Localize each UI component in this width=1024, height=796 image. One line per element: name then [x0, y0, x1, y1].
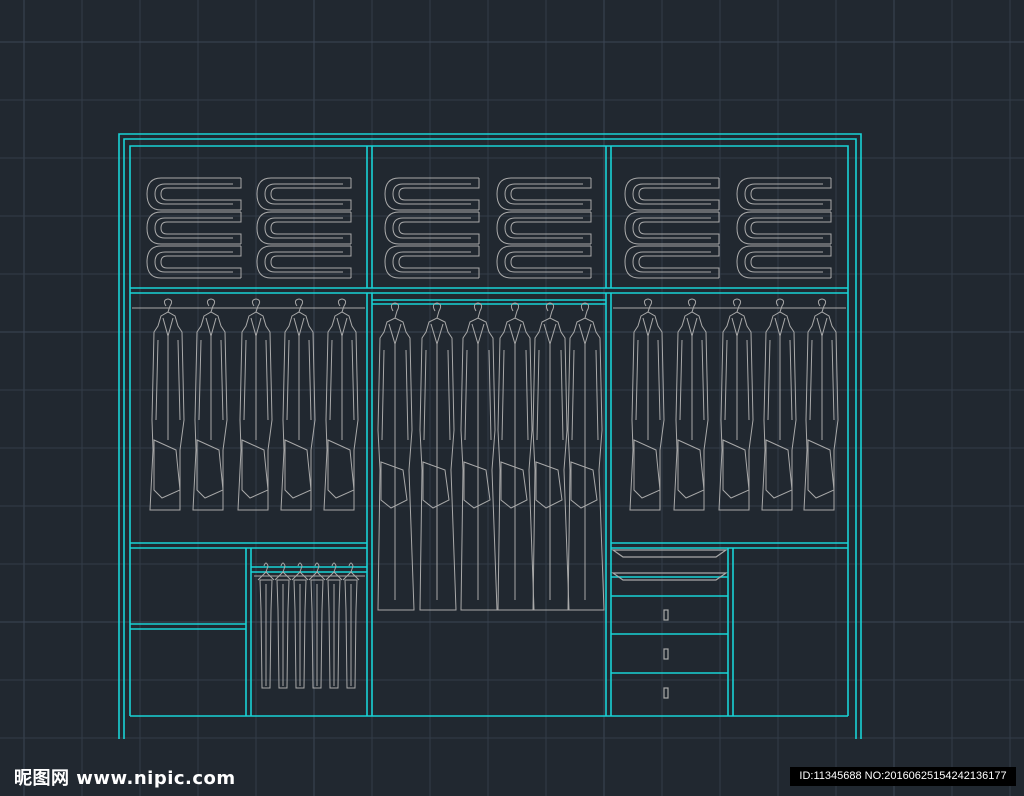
cad-canvas: [0, 0, 1024, 796]
watermark-id: ID:11345688 NO:20160625154242136177: [790, 767, 1016, 786]
canvas-background: [0, 0, 1024, 796]
watermark-logo: 昵图网 www.nipic.com: [14, 768, 236, 789]
